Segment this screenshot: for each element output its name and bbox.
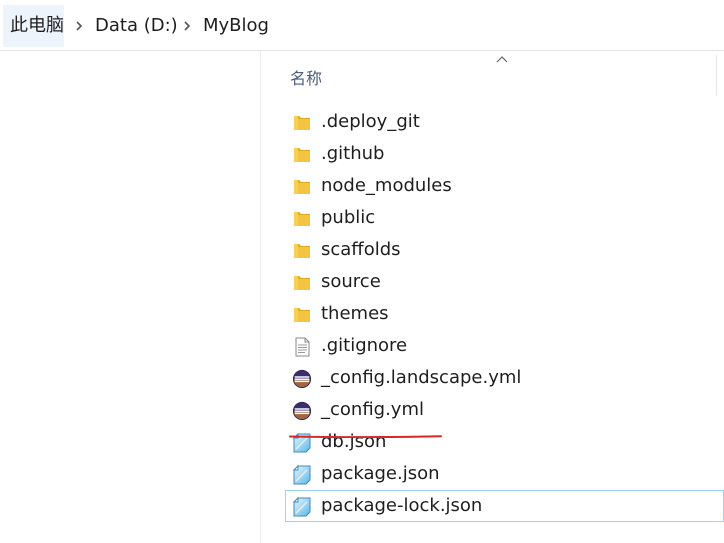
breadcrumb-data-drive[interactable]: Data (D:) — [95, 14, 178, 38]
file-row[interactable]: scaffolds — [285, 234, 724, 266]
file-row[interactable]: _config.yml — [285, 394, 724, 426]
file-name: db.json — [321, 431, 387, 452]
navigation-pane[interactable] — [0, 51, 260, 543]
json-file-icon — [292, 496, 312, 517]
address-bar[interactable]: 此电脑 Data (D:) MyBlog — [0, 0, 724, 51]
file-row[interactable]: .github — [285, 138, 724, 170]
column-separator[interactable] — [716, 55, 717, 95]
file-name: public — [321, 207, 376, 228]
file-name: node_modules — [321, 175, 452, 196]
file-name: _config.landscape.yml — [321, 367, 522, 388]
file-row[interactable]: package-lock.json — [285, 490, 724, 522]
file-row[interactable]: .deploy_git — [285, 106, 724, 138]
text-file-icon — [292, 337, 312, 357]
annotation-underline — [289, 423, 442, 439]
file-row[interactable]: node_modules — [285, 170, 724, 202]
sort-up-icon — [496, 56, 508, 63]
folder-icon — [292, 177, 312, 197]
file-name: package.json — [321, 463, 440, 484]
file-row[interactable]: package.json — [285, 458, 724, 490]
file-name: .gitignore — [321, 335, 408, 356]
file-name: .deploy_git — [321, 111, 420, 132]
folder-icon — [292, 241, 312, 261]
eclipse-file-icon — [292, 401, 312, 421]
file-row[interactable]: public — [285, 202, 724, 234]
file-row[interactable]: source — [285, 266, 724, 298]
chevron-right-icon[interactable] — [73, 20, 85, 32]
folder-icon — [292, 113, 312, 133]
file-name: scaffolds — [321, 239, 401, 260]
eclipse-file-icon — [292, 369, 312, 389]
file-name: .github — [321, 143, 385, 164]
file-name: package-lock.json — [321, 495, 483, 516]
file-row[interactable]: db.json — [285, 426, 724, 458]
folder-icon — [292, 305, 312, 325]
chevron-right-icon[interactable] — [181, 20, 193, 32]
file-row[interactable]: _config.landscape.yml — [285, 362, 724, 394]
folder-icon — [292, 209, 312, 229]
breadcrumb-this-pc[interactable]: 此电脑 — [10, 14, 64, 38]
file-row[interactable]: .gitignore — [285, 330, 724, 362]
file-name: themes — [321, 303, 389, 324]
breadcrumb-myblog[interactable]: MyBlog — [203, 14, 269, 38]
column-name-label: 名称 — [290, 69, 323, 88]
column-header-name[interactable]: 名称 — [274, 55, 724, 95]
file-name: source — [321, 271, 381, 292]
pane-divider[interactable] — [260, 51, 261, 543]
json-file-icon — [292, 464, 312, 485]
file-name: _config.yml — [321, 399, 424, 420]
file-row[interactable]: themes — [285, 298, 724, 330]
folder-icon — [292, 145, 312, 165]
folder-icon — [292, 273, 312, 293]
